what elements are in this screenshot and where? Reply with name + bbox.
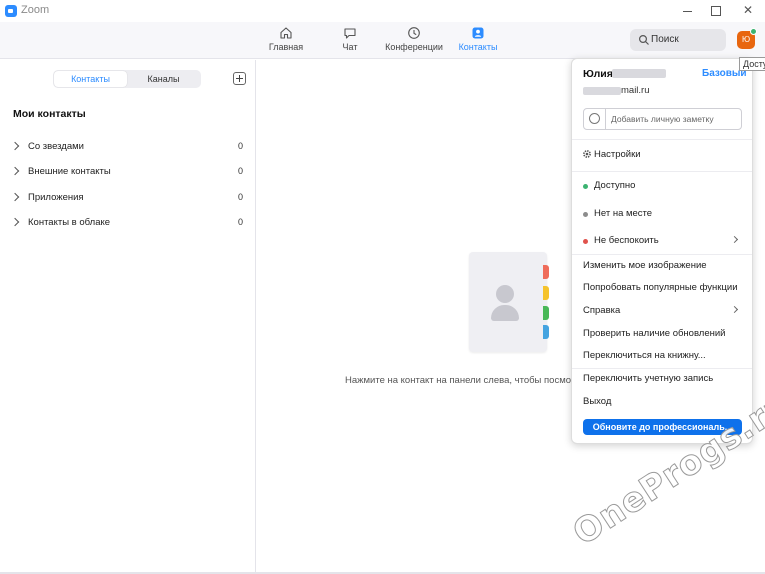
menu-item-label: Не беспокоить [594,235,659,246]
contacts-tab-switcher: Контакты Каналы [53,70,201,88]
contact-group-apps[interactable]: Приложения 0 [0,189,256,209]
nav-tab-chat[interactable]: Чат [337,24,363,57]
menu-item-sign-out[interactable]: Выход [572,393,752,411]
menu-item-label: Проверить наличие обновлений [583,328,726,339]
contact-group-count: 0 [238,141,244,151]
menu-item-label: Выход [583,396,612,407]
menu-item-label: Нет на месте [594,208,653,219]
contact-group-label: Со звездами [28,141,84,152]
menu-divider [572,254,752,255]
menu-item-status-away[interactable]: Нет на месте [572,205,752,223]
contact-group-label: Внешние контакты [28,166,111,177]
chevron-right-icon [730,305,739,314]
status-dot-red [583,239,588,244]
status-dot-green [583,184,588,189]
contact-group-external[interactable]: Внешние контакты 0 [0,163,256,183]
menu-item-label: Справка [583,305,621,316]
menu-item-portrait-view[interactable]: Переключиться на книжну... [572,347,752,365]
menu-item-help[interactable]: Справка [572,302,752,320]
title-bar: Zoom ✕ [0,0,765,22]
clock-icon [408,27,420,39]
menu-item-change-picture[interactable]: Изменить мое изображение [572,257,752,275]
menu-item-status-dnd[interactable]: Не беспокоить [572,232,752,250]
tab-contacts[interactable]: Контакты [54,71,127,87]
menu-divider [572,171,752,172]
window-title: Zoom [21,4,50,16]
add-contact-button[interactable] [233,72,246,85]
person-head-icon [496,285,514,303]
contact-group-label: Контакты в облаке [28,217,111,228]
search-icon [638,34,649,45]
contacts-panel: Контакты Каналы Мои контакты Со звездами… [0,60,256,574]
chevron-right-icon [10,192,20,202]
nav-tab-meetings[interactable]: Конференции [384,24,444,57]
profile-email: mail.ru [621,85,650,96]
contact-group-count: 0 [238,166,244,176]
contact-group-cloud[interactable]: Контакты в облаке 0 [0,214,256,234]
book-tab-yellow [543,286,549,300]
menu-item-try-features[interactable]: Попробовать популярные функции [572,279,752,297]
status-indicator [750,28,757,35]
menu-item-label: Попробовать популярные функции [583,282,738,293]
search-button[interactable]: Поиск [630,29,726,51]
nav-tab-contacts-label: Контакты [458,42,498,52]
zoom-logo-icon [5,5,17,17]
top-navbar: Главная Чат Конференции Контакты Поиск Ю [0,22,765,59]
nav-tab-home[interactable]: Главная [268,24,304,57]
search-label: Поиск [651,34,679,45]
nav-tab-meetings-label: Конференции [385,42,443,52]
gear-icon [583,150,591,158]
menu-item-check-updates[interactable]: Проверить наличие обновлений [572,325,752,343]
close-button[interactable]: ✕ [734,0,762,22]
menu-divider [572,368,752,369]
personal-note-input[interactable] [611,112,736,126]
menu-item-settings[interactable]: Настройки [572,146,752,164]
chevron-right-icon [10,166,20,176]
nav-tab-chat-label: Чат [342,42,358,52]
contact-group-count: 0 [238,217,244,227]
contact-group-starred[interactable]: Со звездами 0 [0,138,256,158]
chat-icon [344,28,356,39]
address-book-illustration [469,252,549,352]
email-redacted [583,87,621,95]
menu-item-label: Доступно [594,180,636,191]
menu-item-label: Переключиться на книжну... [583,350,706,361]
emoji-icon[interactable] [584,109,606,129]
book-tab-blue [543,325,549,339]
contact-group-label: Приложения [28,192,84,203]
book-tab-red [543,265,549,279]
person-body-icon [491,305,519,321]
menu-item-switch-account[interactable]: Переключить учетную запись [572,370,752,388]
menu-divider [572,139,752,140]
personal-note-field[interactable] [583,108,742,130]
profile-menu: Юлия Базовый mail.ru Настройки Доступно … [571,58,753,444]
minimize-button[interactable] [674,0,702,22]
menu-item-label: Переключить учетную запись [583,373,714,384]
chevron-right-icon [730,235,739,244]
menu-item-status-available[interactable]: Доступно [572,177,752,195]
home-icon [280,27,292,39]
menu-item-label: Изменить мое изображение [583,260,707,271]
status-dot-gray [583,212,588,217]
maximize-button[interactable] [702,0,730,22]
menu-item-label: Настройки [594,149,641,160]
contacts-icon [472,27,484,39]
section-title: Мои контакты [13,108,86,120]
tab-channels[interactable]: Каналы [127,71,200,87]
chevron-right-icon [10,217,20,227]
nav-tab-home-label: Главная [268,42,304,52]
book-tab-green [543,306,549,320]
status-tooltip: Доступно [739,57,765,71]
contact-group-count: 0 [238,192,244,202]
chevron-right-icon [10,141,20,151]
profile-surname-redacted [612,69,666,78]
profile-name: Юлия [583,68,613,80]
nav-tab-contacts[interactable]: Контакты [455,24,501,57]
